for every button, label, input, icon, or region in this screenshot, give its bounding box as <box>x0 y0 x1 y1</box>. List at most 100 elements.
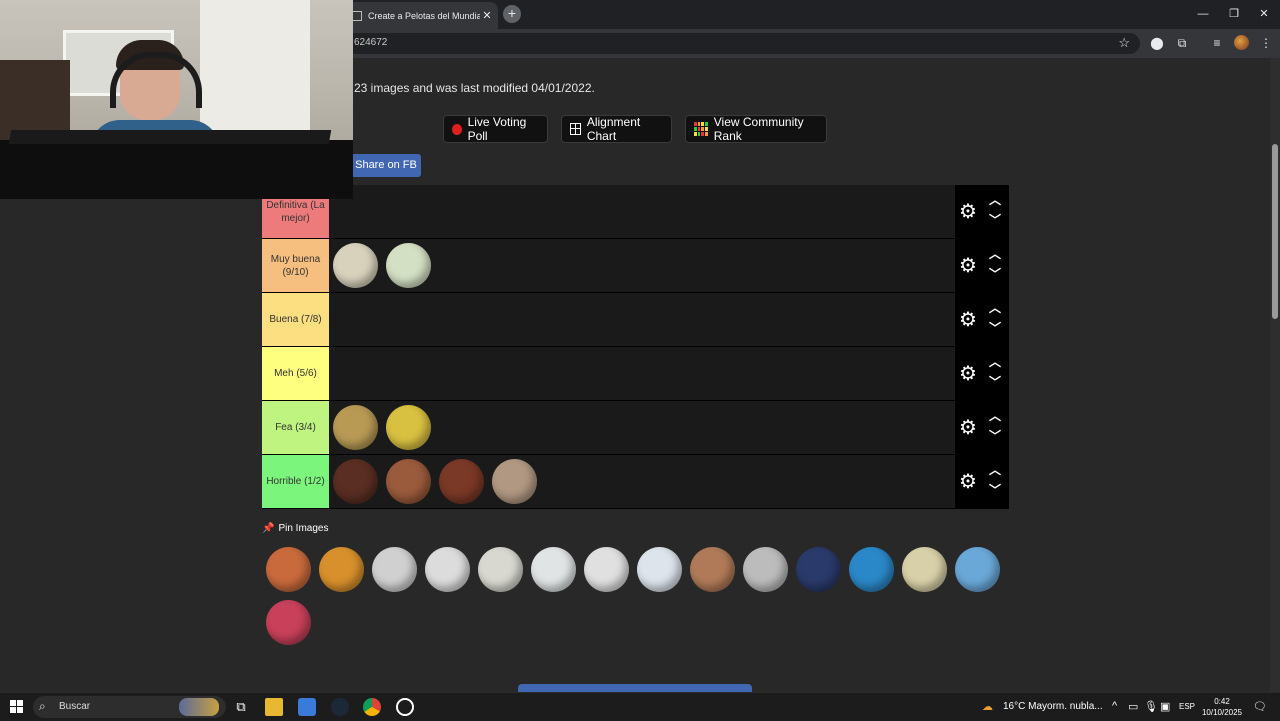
page-scrollbar[interactable] <box>1270 58 1280 692</box>
star-icon[interactable]: ☆ <box>1118 35 1130 51</box>
tier-items <box>329 455 955 508</box>
pool-ball-image[interactable] <box>580 543 633 596</box>
tier-controls: ⚙ ︿ ﹀ <box>955 347 1009 400</box>
extension-icon[interactable]: ⬤ <box>1149 35 1165 51</box>
notification-icon[interactable]: 🗨 <box>1253 700 1267 713</box>
puzzle-icon[interactable]: ⧉ <box>1174 35 1190 51</box>
menu-icon[interactable]: ⋮ <box>1258 35 1274 51</box>
ball-image[interactable] <box>435 455 488 508</box>
obs-icon[interactable] <box>396 698 414 716</box>
chrome-icon[interactable] <box>363 698 381 716</box>
chevron-down-icon[interactable]: ﹀ <box>987 211 1003 227</box>
steam-icon[interactable] <box>331 698 349 716</box>
pin-images-toggle[interactable]: 📌 Pin Images <box>262 523 328 534</box>
media-icon[interactable]: ≡ <box>1209 35 1225 51</box>
pool-ball-image[interactable] <box>739 543 792 596</box>
minimize-icon[interactable]: — <box>1193 5 1213 23</box>
close-window-icon[interactable]: ✕ <box>1254 5 1274 23</box>
chevron-up-icon[interactable]: ︿ <box>987 353 1003 369</box>
task-view-icon[interactable]: ⧉ <box>232 698 250 716</box>
store-icon[interactable] <box>298 698 316 716</box>
pool-ball-image[interactable] <box>845 543 898 596</box>
pool-ball-image[interactable] <box>315 543 368 596</box>
tier-label[interactable]: Buena (7/8) <box>262 293 329 346</box>
tier-row: Definitiva (La mejor) ⚙ ︿ ﹀ <box>262 185 1009 239</box>
clock[interactable]: 0:42 10/10/2025 <box>1200 696 1244 718</box>
omnibox[interactable]: 624672 ☆ <box>340 33 1140 54</box>
pool-ball-image[interactable] <box>262 543 315 596</box>
gear-icon[interactable]: ⚙ <box>958 472 978 492</box>
language-indicator[interactable]: ESP <box>1179 702 1195 711</box>
ball-image[interactable] <box>382 401 435 454</box>
windows-start-icon[interactable] <box>10 700 23 713</box>
pin-icon: 📌 <box>262 523 275 534</box>
tier-items <box>329 401 955 454</box>
microphone-icon[interactable]: 🎙 <box>1144 700 1158 713</box>
live-voting-poll-button[interactable]: Live Voting Poll <box>443 115 548 143</box>
chevron-up-icon[interactable]: ︿ <box>987 407 1003 423</box>
new-tab-button[interactable]: + <box>503 5 521 23</box>
pool-ball-image[interactable] <box>951 543 1004 596</box>
chevron-down-icon[interactable]: ﹀ <box>987 427 1003 443</box>
pool-ball-image[interactable] <box>262 596 315 649</box>
tray-app-icon[interactable]: ▭ <box>1128 700 1138 713</box>
webcam-keyboard <box>8 130 332 144</box>
ball-image[interactable] <box>329 401 382 454</box>
ball-image[interactable] <box>329 239 382 292</box>
pool-ball-image[interactable] <box>368 543 421 596</box>
profile-avatar[interactable] <box>1234 35 1249 50</box>
gear-icon[interactable]: ⚙ <box>958 310 978 330</box>
gear-icon[interactable]: ⚙ <box>958 202 978 222</box>
gear-icon[interactable]: ⚙ <box>958 418 978 438</box>
chevron-up-icon[interactable]: ︿ <box>987 191 1003 207</box>
tier-items <box>329 185 955 238</box>
gear-icon[interactable]: ⚙ <box>958 256 978 276</box>
tier-label[interactable]: Muy buena (9/10) <box>262 239 329 292</box>
clock-date: 10/10/2025 <box>1201 708 1243 717</box>
pool-ball-image[interactable] <box>792 543 845 596</box>
tray-chevron-icon[interactable]: ^ <box>1112 700 1117 712</box>
chevron-up-icon[interactable]: ︿ <box>987 245 1003 261</box>
network-icon[interactable]: ▣ <box>1160 700 1170 713</box>
tab-close-icon[interactable]: ✕ <box>480 9 494 22</box>
pool-ball-image[interactable] <box>421 543 474 596</box>
bottom-button-edge[interactable] <box>518 684 752 692</box>
tier-list: Definitiva (La mejor) ⚙ ︿ ﹀ Muy buena (9/10)… <box>262 185 1009 509</box>
active-tab[interactable]: Create a Pelotas del Mundial (U ✕ <box>346 2 498 29</box>
chevron-down-icon[interactable]: ﹀ <box>987 481 1003 497</box>
pool-ball-image[interactable] <box>527 543 580 596</box>
ball-image[interactable] <box>382 455 435 508</box>
scrollbar-thumb[interactable] <box>1272 144 1278 319</box>
chevron-down-icon[interactable]: ﹀ <box>987 373 1003 389</box>
pool-ball-image[interactable] <box>633 543 686 596</box>
chevron-down-icon[interactable]: ﹀ <box>987 319 1003 335</box>
tier-controls: ⚙ ︿ ﹀ <box>955 455 1009 508</box>
ball-image[interactable] <box>329 455 382 508</box>
tier-row: Muy buena (9/10) ⚙ ︿ ﹀ <box>262 239 1009 293</box>
restore-icon[interactable]: ❐ <box>1224 5 1244 23</box>
tier-controls: ⚙ ︿ ﹀ <box>955 293 1009 346</box>
pool-ball-image[interactable] <box>898 543 951 596</box>
pool-ball-image[interactable] <box>686 543 739 596</box>
tier-items <box>329 239 955 292</box>
file-explorer-icon[interactable] <box>265 698 283 716</box>
chevron-up-icon[interactable]: ︿ <box>987 299 1003 315</box>
ball-image[interactable] <box>488 455 541 508</box>
ball-image[interactable] <box>382 239 435 292</box>
tier-label[interactable]: Meh (5/6) <box>262 347 329 400</box>
taskbar-search[interactable]: ⌕ Buscar <box>33 696 226 718</box>
chevron-up-icon[interactable]: ︿ <box>987 461 1003 477</box>
community-rank-button[interactable]: View Community Rank <box>685 115 827 143</box>
alignment-chart-button[interactable]: Alignment Chart <box>561 115 672 143</box>
tier-label[interactable]: Horrible (1/2) <box>262 455 329 508</box>
image-pool <box>262 543 1010 649</box>
tier-label[interactable]: Fea (3/4) <box>262 401 329 454</box>
chevron-down-icon[interactable]: ﹀ <box>987 265 1003 281</box>
tab-title: Create a Pelotas del Mundial (U <box>368 10 480 21</box>
tier-controls: ⚙ ︿ ﹀ <box>955 185 1009 238</box>
search-icon: ⌕ <box>39 699 46 713</box>
pool-ball-image[interactable] <box>474 543 527 596</box>
gear-icon[interactable]: ⚙ <box>958 364 978 384</box>
tier-controls: ⚙ ︿ ﹀ <box>955 401 1009 454</box>
share-fb-button[interactable]: Share on FB <box>351 154 421 177</box>
